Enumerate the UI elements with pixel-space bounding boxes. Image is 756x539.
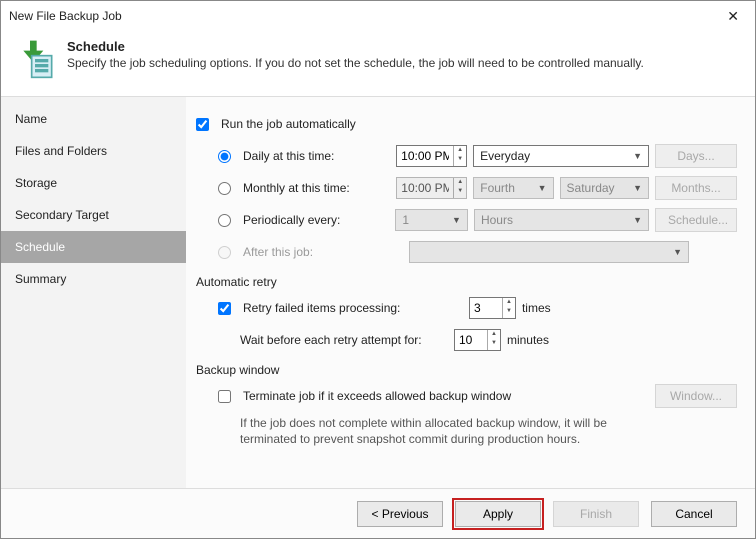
schedule-button: Schedule... xyxy=(655,208,737,232)
monthly-ord-value: Fourth xyxy=(480,181,515,195)
chevron-down-icon: ▼ xyxy=(538,183,547,193)
wizard-window: New File Backup Job ✕ Schedule Specify t… xyxy=(0,0,756,539)
daily-recur-select[interactable]: Everyday ▼ xyxy=(473,145,649,167)
retry-unit: times xyxy=(522,301,551,315)
schedule-icon xyxy=(15,39,55,82)
monthly-day-value: Saturday xyxy=(567,181,615,195)
after-row: After this job: ▼ xyxy=(196,239,737,265)
footer: < Previous Apply Finish Cancel xyxy=(1,488,755,538)
periodic-row: Periodically every: 1 ▼ Hours ▼ Schedule… xyxy=(196,207,737,233)
periodic-unit-select: Hours ▼ xyxy=(474,209,649,231)
wait-row: Wait before each retry attempt for: ▲▼ m… xyxy=(196,327,737,353)
header-text: Schedule Specify the job scheduling opti… xyxy=(67,39,644,70)
window-button: Window... xyxy=(655,384,737,408)
sidebar-item-summary[interactable]: Summary xyxy=(1,263,186,295)
spinner-up-icon[interactable]: ▲ xyxy=(503,298,515,307)
wait-val-input[interactable] xyxy=(455,330,487,350)
spinner-down-icon[interactable]: ▼ xyxy=(454,155,466,164)
monthly-ord-select: Fourth ▼ xyxy=(473,177,553,199)
daily-time-input[interactable] xyxy=(397,146,453,166)
run-auto-checkbox[interactable] xyxy=(196,118,209,131)
periodic-val-select: 1 ▼ xyxy=(395,209,468,231)
retry-count-spinner[interactable]: ▲▼ xyxy=(469,297,516,319)
page-subtitle: Specify the job scheduling options. If y… xyxy=(67,56,644,70)
sidebar: Name Files and Folders Storage Secondary… xyxy=(1,97,186,488)
wait-label: Wait before each retry attempt for: xyxy=(240,333,448,347)
page-header: Schedule Specify the job scheduling opti… xyxy=(1,31,755,97)
daily-label: Daily at this time: xyxy=(243,149,390,163)
periodic-unit: Hours xyxy=(481,213,513,227)
previous-button[interactable]: < Previous xyxy=(357,501,443,527)
monthly-day-select: Saturday ▼ xyxy=(560,177,649,199)
daily-time-spinner[interactable]: ▲▼ xyxy=(396,145,467,167)
after-select: ▼ xyxy=(409,241,689,263)
sidebar-item-storage[interactable]: Storage xyxy=(1,167,186,199)
sidebar-item-schedule[interactable]: Schedule xyxy=(1,231,186,263)
content-area: Run the job automatically Daily at this … xyxy=(186,97,755,488)
spinner-up-icon[interactable]: ▲ xyxy=(488,330,500,339)
days-button[interactable]: Days... xyxy=(655,144,737,168)
sidebar-item-name[interactable]: Name xyxy=(1,103,186,135)
close-icon[interactable]: ✕ xyxy=(719,4,747,29)
run-auto-label: Run the job automatically xyxy=(221,117,356,131)
months-button: Months... xyxy=(655,176,737,200)
monthly-row: Monthly at this time: ▲▼ Fourth ▼ Saturd… xyxy=(196,175,737,201)
after-label: After this job: xyxy=(243,245,403,259)
sidebar-item-files[interactable]: Files and Folders xyxy=(1,135,186,167)
apply-button[interactable]: Apply xyxy=(455,501,541,527)
chevron-down-icon: ▼ xyxy=(633,183,642,193)
monthly-radio[interactable] xyxy=(218,182,231,195)
retry-label: Retry failed items processing: xyxy=(243,301,463,315)
retry-section-label: Automatic retry xyxy=(196,275,737,289)
after-radio xyxy=(218,246,231,259)
page-title: Schedule xyxy=(67,39,644,54)
daily-recur-value: Everyday xyxy=(480,149,530,163)
daily-radio[interactable] xyxy=(218,150,231,163)
chevron-down-icon: ▼ xyxy=(633,151,642,161)
cancel-button[interactable]: Cancel xyxy=(651,501,737,527)
sidebar-item-secondary[interactable]: Secondary Target xyxy=(1,199,186,231)
periodic-label: Periodically every: xyxy=(243,213,389,227)
terminate-label: Terminate job if it exceeds allowed back… xyxy=(243,389,649,403)
periodic-radio[interactable] xyxy=(218,214,231,227)
wizard-body: Name Files and Folders Storage Secondary… xyxy=(1,97,755,488)
monthly-time-spinner: ▲▼ xyxy=(396,177,467,199)
terminate-row: Terminate job if it exceeds allowed back… xyxy=(196,383,737,409)
chevron-down-icon: ▼ xyxy=(633,215,642,225)
wait-val-spinner[interactable]: ▲▼ xyxy=(454,329,501,351)
wait-unit: minutes xyxy=(507,333,549,347)
spinner-down-icon[interactable]: ▼ xyxy=(488,339,500,348)
window-section-label: Backup window xyxy=(196,363,737,377)
spinner-down-icon: ▼ xyxy=(454,187,466,196)
spinner-up-icon: ▲ xyxy=(454,178,466,187)
retry-count-input[interactable] xyxy=(470,298,502,318)
chevron-down-icon: ▼ xyxy=(673,247,682,257)
chevron-down-icon: ▼ xyxy=(452,215,461,225)
window-title: New File Backup Job xyxy=(9,9,719,23)
daily-row: Daily at this time: ▲▼ Everyday ▼ Days..… xyxy=(196,143,737,169)
titlebar: New File Backup Job ✕ xyxy=(1,1,755,31)
monthly-label: Monthly at this time: xyxy=(243,181,390,195)
retry-row: Retry failed items processing: ▲▼ times xyxy=(196,295,737,321)
retry-checkbox[interactable] xyxy=(218,302,231,315)
spinner-up-icon[interactable]: ▲ xyxy=(454,146,466,155)
monthly-time-input xyxy=(397,178,453,198)
spinner-down-icon[interactable]: ▼ xyxy=(503,307,515,316)
run-auto-row: Run the job automatically xyxy=(196,111,737,137)
terminate-note: If the job does not complete within allo… xyxy=(196,415,616,447)
periodic-val: 1 xyxy=(402,213,409,227)
terminate-checkbox[interactable] xyxy=(218,390,231,403)
finish-button: Finish xyxy=(553,501,639,527)
